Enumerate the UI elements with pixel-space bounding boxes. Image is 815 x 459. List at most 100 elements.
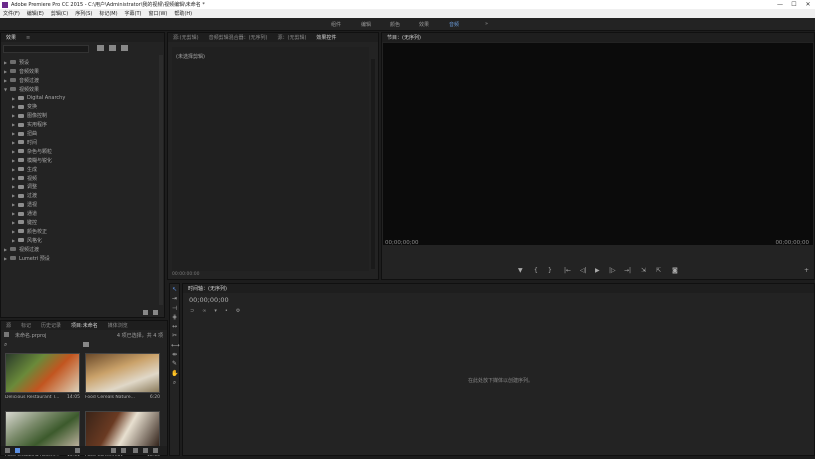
add-marker-button[interactable]: ▼ <box>518 267 523 274</box>
ripple-edit-tool-icon[interactable]: ⊣ <box>171 305 178 312</box>
clip-thumbnail[interactable]: Delicious Restaurant T... 14:05 <box>5 353 80 400</box>
effects-tree-item[interactable]: ▶ 视频 <box>4 174 164 183</box>
step-back-button[interactable]: ◁| <box>580 267 587 274</box>
effects-tree-item[interactable]: ▶ 音频过渡 <box>4 76 164 85</box>
linked-selection-icon[interactable]: ∞ <box>202 308 206 314</box>
delete-icon[interactable] <box>153 310 158 315</box>
mark-in-button[interactable]: { <box>534 267 538 274</box>
32bit-effects-icon[interactable] <box>109 45 116 51</box>
effects-search-input[interactable] <box>3 45 89 53</box>
effects-tree-item[interactable]: ▶ 颜色校正 <box>4 227 164 236</box>
go-to-out-button[interactable]: →| <box>624 267 631 274</box>
effects-tree-item[interactable]: ▶ 键控 <box>4 218 164 227</box>
icon-view-icon[interactable] <box>15 448 20 453</box>
zoom-slider[interactable] <box>75 448 80 453</box>
lift-button[interactable]: ⇲ <box>641 267 646 274</box>
tab-effect-controls[interactable]: 效果控件 <box>311 34 341 41</box>
export-frame-button[interactable]: ◙ <box>672 267 678 274</box>
effects-tree-item[interactable]: ▶ 风格化 <box>4 236 164 245</box>
timeline-display-icon[interactable]: • <box>225 308 228 314</box>
effects-tree-item[interactable]: ▶ Lumetri 预设 <box>4 254 164 263</box>
menu-file[interactable]: 文件(F) <box>3 10 20 17</box>
timeline-timecode[interactable]: 00;00;00;00 <box>189 296 229 304</box>
tab-source[interactable]: 源:(无剪辑) <box>168 34 204 41</box>
workspace-editing[interactable]: 编辑 <box>361 21 371 28</box>
tab-markers[interactable]: 标记 <box>16 322 36 329</box>
new-bin-icon[interactable] <box>143 310 148 315</box>
effects-tree-item[interactable]: ▶ 扭曲 <box>4 129 164 138</box>
effects-tree-item[interactable]: ▶ 模糊与锐化 <box>4 156 164 165</box>
workspace-audio[interactable]: 音频 <box>449 21 459 28</box>
tab-history[interactable]: 历史记录 <box>36 322 66 329</box>
rate-stretch-tool-icon[interactable]: ↔ <box>171 323 178 330</box>
mark-out-button[interactable]: } <box>548 267 552 274</box>
tab-source-3[interactable]: 源 <box>1 322 16 329</box>
tab-project[interactable]: 项目:未命名 <box>66 322 103 329</box>
tab-effects[interactable]: 效果 <box>1 34 21 41</box>
workspace-color[interactable]: 颜色 <box>390 21 400 28</box>
effects-tree-item[interactable]: ▶ 杂色与颗粒 <box>4 147 164 156</box>
slip-tool-icon[interactable]: ⟷ <box>171 342 180 349</box>
effect-controls-scrollbar[interactable] <box>371 59 375 269</box>
find-icon[interactable] <box>121 448 126 453</box>
effects-tree-item[interactable]: ▶ 调整 <box>4 182 164 191</box>
effects-tree-item[interactable]: ▶ 实用程序 <box>4 120 164 129</box>
rolling-edit-tool-icon[interactable]: ⋕ <box>171 314 178 321</box>
clip-thumbnail[interactable]: Food Cereals Nature... 6:20 <box>85 353 160 400</box>
step-forward-button[interactable]: |▷ <box>609 267 616 274</box>
hand-tool-icon[interactable]: ✋ <box>171 370 178 377</box>
effects-tree-item[interactable]: ▶ 变换 <box>4 102 164 111</box>
effects-tree-item[interactable]: ▶ 图像控制 <box>4 111 164 120</box>
tab-audio-clip-mixer[interactable]: 音频剪辑混合器：(无序列) <box>204 34 273 41</box>
play-button[interactable]: ▶ <box>595 267 600 274</box>
effects-tree-item[interactable]: ▶ 过渡 <box>4 191 164 200</box>
yuv-effects-icon[interactable] <box>121 45 128 51</box>
wrench-icon[interactable]: ⚙ <box>236 308 240 314</box>
go-to-in-button[interactable]: |← <box>564 267 571 274</box>
menu-help[interactable]: 帮助(H) <box>174 10 192 17</box>
workspace-effects[interactable]: 效果 <box>419 21 429 28</box>
snap-icon[interactable]: ⊃ <box>190 308 194 314</box>
effects-tree-item[interactable]: ▶ 音频效果 <box>4 67 164 76</box>
effects-tree-item[interactable]: ▶ Digital Anarchy <box>4 94 164 103</box>
add-marker-icon[interactable]: ▾ <box>214 308 217 314</box>
slide-tool-icon[interactable]: ⇹ <box>171 351 178 358</box>
effects-tree-item[interactable]: ▼ 视频效果 <box>4 85 164 94</box>
razor-tool-icon[interactable]: ✂ <box>171 332 178 339</box>
zoom-tool-icon[interactable]: ⌕ <box>171 379 178 386</box>
effects-tree-item[interactable]: ▶ 生成 <box>4 165 164 174</box>
extract-button[interactable]: ⇱ <box>656 267 661 274</box>
menu-marker[interactable]: 标记(M) <box>99 10 117 17</box>
program-monitor-screen[interactable] <box>383 43 813 245</box>
search-icon[interactable]: ⌕ <box>4 341 7 349</box>
pen-tool-icon[interactable]: ✎ <box>171 360 178 367</box>
playhead-timecode[interactable]: 00;00;00;00 <box>385 240 419 246</box>
effects-tree-item[interactable]: ▶ 时间 <box>4 138 164 147</box>
effects-tree-item[interactable]: ▶ 视频过渡 <box>4 245 164 254</box>
minimize-button[interactable]: — <box>773 0 787 9</box>
menu-sequence[interactable]: 序列(S) <box>75 10 92 17</box>
button-editor-add-button[interactable]: + <box>804 267 809 274</box>
maximize-button[interactable]: ☐ <box>787 0 801 9</box>
tab-source-2[interactable]: 源：(无剪辑) <box>273 34 312 41</box>
menu-clip[interactable]: 剪辑(C) <box>51 10 68 17</box>
accelerated-effects-icon[interactable] <box>97 45 104 51</box>
workspace-more-button[interactable]: » <box>485 21 488 27</box>
effects-tree-item[interactable]: ▶ 透视 <box>4 200 164 209</box>
effects-tree-item[interactable]: ▶ 通道 <box>4 209 164 218</box>
menu-edit[interactable]: 编辑(E) <box>27 10 44 17</box>
new-item-icon[interactable] <box>143 448 148 453</box>
automate-to-sequence-icon[interactable] <box>111 448 116 453</box>
tab-timeline[interactable]: 时间轴：(无序列) <box>183 285 232 292</box>
tab-media-browser[interactable]: 媒体浏览 <box>103 322 133 329</box>
new-bin-icon-2[interactable] <box>83 342 89 347</box>
effects-scrollbar[interactable] <box>159 55 163 305</box>
tab-program[interactable]: 节目：(无序列) <box>382 34 426 41</box>
workspace-assembly[interactable]: 组件 <box>331 21 341 28</box>
panel-menu-icon[interactable]: ≡ <box>21 35 35 41</box>
menu-title[interactable]: 字幕(T) <box>125 10 142 17</box>
menu-window[interactable]: 窗口(W) <box>149 10 168 17</box>
track-select-tool-icon[interactable]: ⇥ <box>171 295 178 302</box>
effects-tree-item[interactable]: ▶ 预设 <box>4 58 164 67</box>
close-button[interactable]: ✕ <box>801 0 815 9</box>
